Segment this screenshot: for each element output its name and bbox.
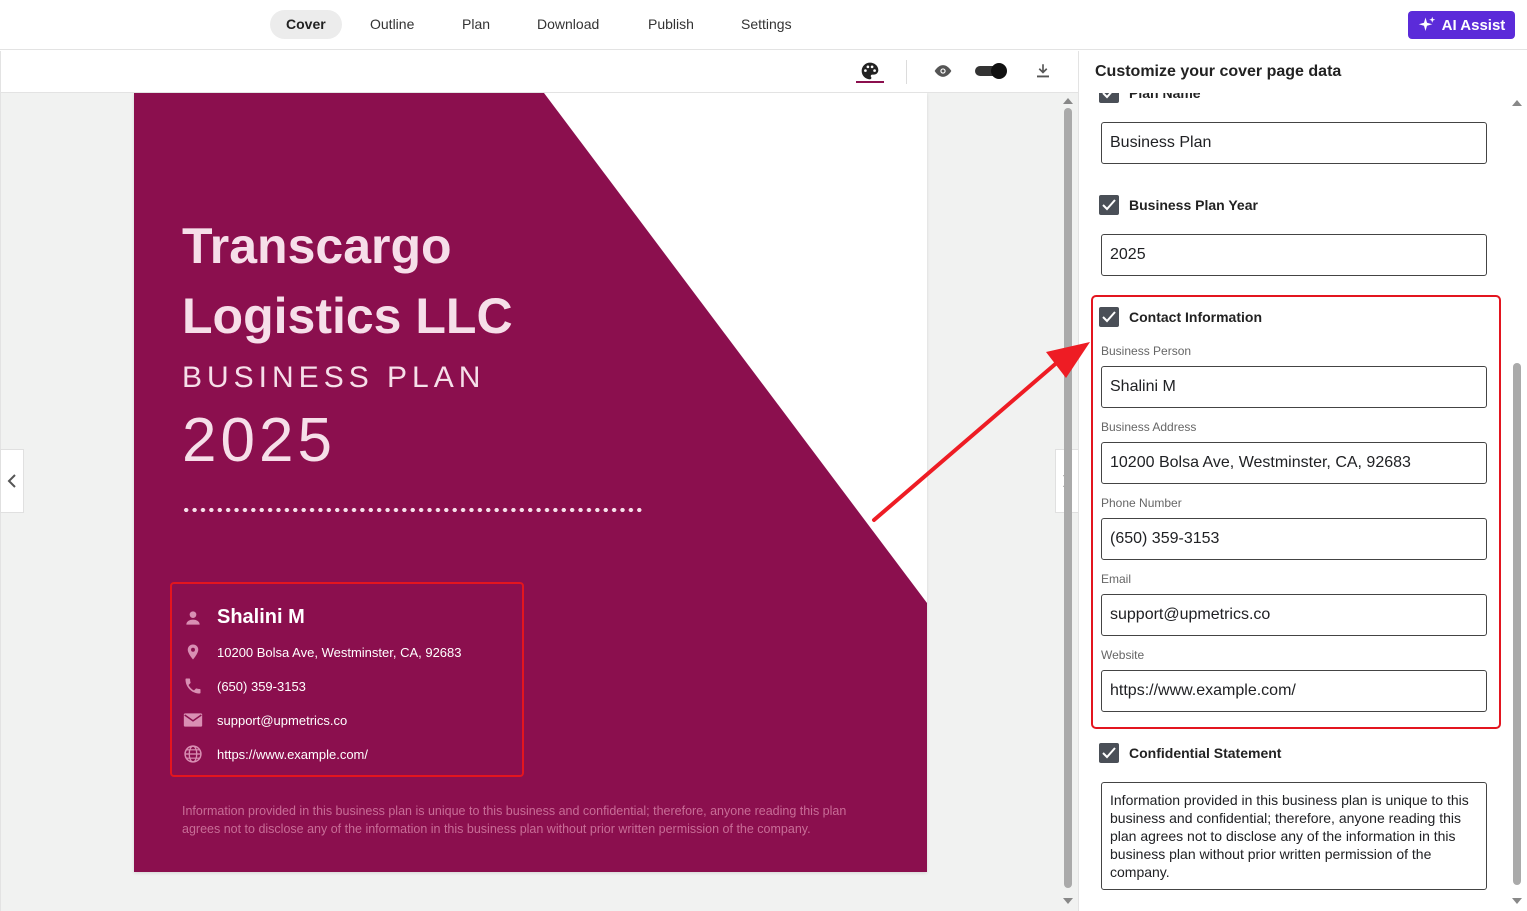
palette-active-indicator — [856, 81, 884, 83]
scroll-up-icon — [1512, 100, 1522, 106]
contact-highlight-box — [1091, 295, 1501, 729]
globe-icon — [182, 743, 204, 765]
tab-cover[interactable]: Cover — [270, 10, 342, 39]
contact-email-row: support@upmetrics.co — [182, 709, 347, 731]
collapse-left-button[interactable] — [0, 449, 24, 513]
plan-name-field[interactable]: Business Plan — [1101, 122, 1487, 164]
phone-label: Phone Number — [1101, 496, 1182, 510]
checkbox-checked-icon[interactable] — [1099, 195, 1119, 215]
scroll-up-icon — [1063, 98, 1073, 104]
email-field[interactable]: support@upmetrics.co — [1101, 594, 1487, 636]
business-address-field[interactable]: 10200 Bolsa Ave, Westminster, CA, 92683 — [1101, 442, 1487, 484]
cover-page: Transcargo Logistics LLC BUSINESS PLAN 2… — [134, 93, 927, 872]
top-nav: Cover Outline Plan Download Publish Sett… — [0, 0, 1527, 50]
preview-toolbar — [0, 51, 1078, 93]
company-name-line1: Transcargo — [182, 218, 452, 274]
contact-info-label: Contact Information — [1129, 309, 1262, 325]
checkbox-checked-icon[interactable] — [1099, 93, 1119, 103]
tab-outline[interactable]: Outline — [354, 10, 430, 39]
panel-title: Customize your cover page data — [1095, 63, 1342, 80]
company-name-line2: Logistics LLC — [182, 288, 513, 344]
phone-number-field[interactable]: (650) 359-3153 — [1101, 518, 1487, 560]
contact-website-row: https://www.example.com/ — [182, 743, 368, 765]
plan-year: 2025 — [182, 406, 336, 475]
contact-address-row: 10200 Bolsa Ave, Westminster, CA, 92683 — [182, 641, 462, 663]
doc-type-label: BUSINESS PLAN — [182, 361, 486, 394]
confidential-textarea[interactable]: Information provided in this business pl… — [1101, 782, 1487, 890]
contact-info-toggle[interactable]: Contact Information — [1099, 307, 1262, 327]
confidential-label: Confidential Statement — [1129, 745, 1282, 761]
panel-scroll-area: Plan Name Business Plan Business Plan Ye… — [1079, 93, 1527, 911]
phone-icon — [182, 675, 204, 697]
eye-icon[interactable] — [929, 58, 957, 84]
checkbox-checked-icon[interactable] — [1099, 743, 1119, 763]
checkbox-checked-icon[interactable] — [1099, 307, 1119, 327]
scroll-down-icon — [1063, 898, 1073, 904]
contact-person-row: Shalini M — [182, 606, 305, 629]
contact-phone: (650) 359-3153 — [217, 678, 306, 694]
contact-email: support@upmetrics.co — [217, 712, 348, 728]
sparkle-icon — [1418, 16, 1435, 31]
toolbar-divider — [906, 60, 907, 84]
chevron-left-icon — [7, 474, 16, 488]
contact-website: https://www.example.com/ — [217, 746, 368, 762]
person-icon — [182, 607, 204, 629]
ai-assist-button[interactable]: AI Assist — [1408, 11, 1515, 39]
address-label: Business Address — [1101, 420, 1197, 434]
email-label: Email — [1101, 572, 1132, 586]
panel-scrollbar[interactable] — [1510, 93, 1524, 911]
preview-scrollbar[interactable] — [1062, 93, 1074, 911]
tab-settings[interactable]: Settings — [725, 10, 808, 39]
tab-plan[interactable]: Plan — [446, 10, 506, 39]
cover-preview-area: Transcargo Logistics LLC BUSINESS PLAN 2… — [0, 93, 1078, 911]
business-person-field[interactable]: Shalini M — [1101, 366, 1487, 408]
preview-scroll-thumb[interactable] — [1064, 108, 1072, 888]
website-label: Website — [1101, 648, 1145, 662]
contact-person: Shalini M — [217, 606, 305, 628]
plan-year-label: Business Plan Year — [1129, 197, 1258, 213]
dotted-divider — [182, 507, 644, 513]
contact-address: 10200 Bolsa Ave, Westminster, CA, 92683 — [217, 644, 462, 660]
plan-year-field[interactable]: 2025 — [1101, 234, 1487, 276]
mail-icon — [182, 709, 204, 731]
tab-publish[interactable]: Publish — [632, 10, 710, 39]
company-name: Transcargo Logistics LLC — [182, 211, 602, 351]
tab-download[interactable]: Download — [521, 10, 615, 39]
confidential-toggle[interactable]: Confidential Statement — [1099, 743, 1281, 763]
plan-name-toggle[interactable]: Plan Name — [1099, 93, 1201, 103]
customize-panel: Customize your cover page data Plan Name… — [1078, 51, 1527, 911]
website-field[interactable]: https://www.example.com/ — [1101, 670, 1487, 712]
confidential-statement: Information provided in this business pl… — [182, 804, 847, 836]
preview-toggle-switch[interactable] — [975, 63, 1008, 79]
download-icon[interactable] — [1029, 58, 1057, 84]
person-label: Business Person — [1101, 344, 1192, 358]
plan-year-toggle[interactable]: Business Plan Year — [1099, 195, 1258, 215]
contact-phone-row: (650) 359-3153 — [182, 675, 306, 697]
plan-name-label: Plan Name — [1129, 93, 1201, 101]
location-pin-icon — [182, 641, 204, 663]
panel-scroll-thumb[interactable] — [1513, 363, 1521, 885]
ai-assist-label: AI Assist — [1441, 16, 1506, 34]
scroll-down-icon — [1512, 898, 1522, 904]
